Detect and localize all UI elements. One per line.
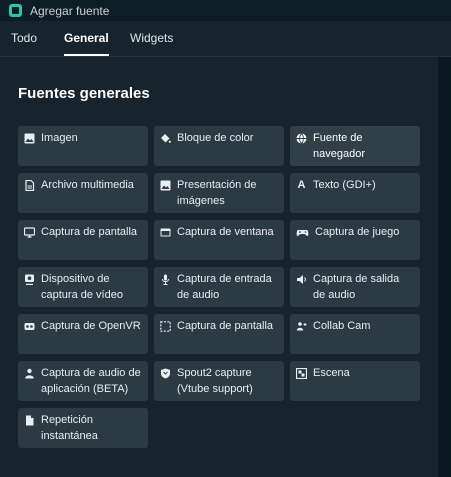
monitor-icon: [24, 227, 35, 238]
tab-general[interactable]: General: [64, 21, 109, 57]
user-icon: [24, 368, 35, 379]
source-tile-dispositivo-de-captura-de-video[interactable]: Dispositivo de captura de vídeo: [18, 267, 148, 307]
source-label: Collab Cam: [313, 320, 371, 332]
source-tile-captura-de-juego[interactable]: Captura de juego: [290, 220, 420, 260]
source-label: Captura de entrada de audio: [177, 273, 272, 301]
slideshow-icon: [160, 180, 171, 191]
tab-widgets[interactable]: Widgets: [130, 21, 173, 57]
source-label: Repetición instantánea: [41, 414, 98, 442]
scene-icon: [296, 368, 307, 379]
source-tile-texto-gdi[interactable]: A Texto (GDI+): [290, 173, 420, 213]
source-label: Escena: [313, 367, 350, 379]
source-label: Dispositivo de captura de vídeo: [41, 273, 123, 301]
shield-icon: [160, 368, 171, 379]
source-label: Captura de audio de aplicación (BETA): [41, 367, 141, 395]
source-tile-captura-de-audio-de-aplicacion[interactable]: Captura de audio de aplicación (BETA): [18, 361, 148, 401]
source-label: Texto (GDI+): [313, 179, 376, 191]
source-tile-captura-de-openvr[interactable]: Captura de OpenVR: [18, 314, 148, 354]
source-label: Bloque de color: [177, 132, 254, 144]
source-label: Imagen: [41, 132, 78, 144]
source-label: Presentación de imágenes: [177, 179, 257, 207]
window-title: Agregar fuente: [30, 3, 110, 18]
source-tile-archivo-multimedia[interactable]: Archivo multimedia: [18, 173, 148, 213]
vr-headset-icon: [24, 321, 35, 332]
source-tile-captura-de-pantalla[interactable]: Captura de pantalla: [18, 220, 148, 260]
source-tile-captura-de-entrada-de-audio[interactable]: Captura de entrada de audio: [154, 267, 284, 307]
source-label: Fuente de navegador: [313, 132, 365, 160]
file-icon: [24, 180, 35, 191]
source-tile-repeticion-instantanea[interactable]: Repetición instantánea: [18, 408, 148, 448]
image-icon: [24, 133, 35, 144]
source-label: Captura de salida de audio: [313, 273, 400, 301]
section-title: Fuentes generales: [18, 85, 150, 102]
title-bar: Agregar fuente: [0, 0, 451, 21]
microphone-icon: [160, 274, 171, 285]
source-tile-spout2-capture[interactable]: Spout2 capture (Vtube support): [154, 361, 284, 401]
source-tile-captura-de-salida-de-audio[interactable]: Captura de salida de audio: [290, 267, 420, 307]
source-label: Captura de ventana: [177, 226, 274, 238]
text-icon: A: [297, 179, 306, 191]
paint-bucket-icon: [160, 133, 171, 144]
source-label: Spout2 capture (Vtube support): [177, 367, 253, 395]
replay-file-icon: [24, 415, 35, 426]
source-tile-fuente-de-navegador[interactable]: Fuente de navegador: [290, 126, 420, 166]
source-tile-presentacion-de-imagenes[interactable]: Presentación de imágenes: [154, 173, 284, 213]
source-tile-captura-de-ventana[interactable]: Captura de ventana: [154, 220, 284, 260]
source-tile-imagen[interactable]: Imagen: [18, 126, 148, 166]
source-label: Captura de pantalla: [41, 226, 138, 238]
app-logo-icon: [9, 4, 22, 17]
scrollbar-track[interactable]: [438, 57, 451, 477]
source-label: Archivo multimedia: [41, 179, 134, 191]
source-tile-escena[interactable]: Escena: [290, 361, 420, 401]
users-icon: [296, 321, 307, 332]
tab-bar: Todo General Widgets: [0, 21, 451, 57]
source-tile-collab-cam[interactable]: Collab Cam: [290, 314, 420, 354]
selection-icon: [160, 321, 171, 332]
source-tile-captura-de-pantalla-region[interactable]: Captura de pantalla: [154, 314, 284, 354]
speaker-icon: [296, 274, 307, 285]
globe-icon: [296, 133, 307, 144]
source-tile-bloque-de-color[interactable]: Bloque de color: [154, 126, 284, 166]
tab-todo[interactable]: Todo: [11, 21, 37, 57]
source-label: Captura de juego: [315, 226, 400, 238]
window-icon: [160, 227, 171, 238]
source-label: Captura de OpenVR: [41, 320, 141, 332]
gamepad-icon: [296, 227, 309, 238]
source-label: Captura de pantalla: [177, 320, 274, 332]
webcam-icon: [24, 274, 35, 285]
source-grid: Imagen Bloque de color Fuente de navegad…: [18, 126, 420, 448]
